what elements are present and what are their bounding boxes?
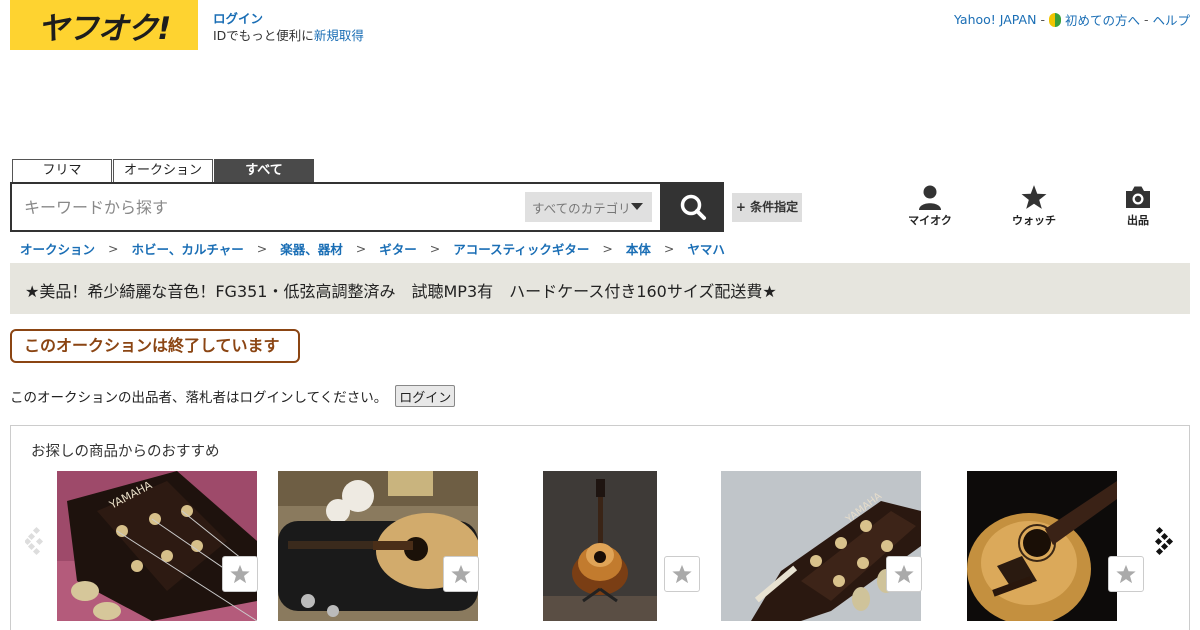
star-icon (672, 564, 692, 584)
item-title-bar: ★美品！希少綺麗な音色！FG351・低弦高調整済み 試聴MP3有 ハードケース付… (10, 263, 1190, 314)
nav-watch[interactable]: ウォッチ (1004, 184, 1064, 228)
help-link[interactable]: ヘルプ (1152, 10, 1190, 29)
watch-button[interactable] (664, 556, 700, 592)
item-image[interactable]: YAMAHA (721, 471, 921, 621)
category-select[interactable]: すべてのカテゴリ (525, 192, 652, 222)
tab-all[interactable]: すべて (214, 159, 314, 183)
star-icon (451, 564, 471, 584)
nav-sell[interactable]: 出品 (1108, 184, 1168, 228)
recommend-item[interactable]: YAMAHA (721, 471, 922, 621)
recommend-panel: お探しの商品からのおすすめ YAMAHA YAMAHA (10, 425, 1190, 630)
recommend-item[interactable] (278, 471, 479, 621)
yahuoku-logo[interactable]: ヤフオク! (10, 0, 198, 50)
breadcrumb-item[interactable]: ヤマハ (687, 239, 725, 258)
beginner-link[interactable]: 初めての方へ (1065, 10, 1140, 29)
breadcrumb-separator: > (663, 241, 675, 256)
yahoo-japan-link[interactable]: Yahoo! JAPAN (954, 12, 1036, 27)
notice-login-button[interactable]: ログイン (395, 385, 456, 407)
recommend-item[interactable] (967, 471, 1157, 621)
nav-label: ウォッチ (1012, 214, 1056, 227)
star-icon (230, 564, 250, 584)
breadcrumb-separator: > (256, 241, 268, 256)
signup-prefix: IDでもっと便利に (213, 28, 314, 43)
star-icon (894, 564, 914, 584)
recommend-item[interactable]: YAMAHA (57, 471, 258, 621)
search-box: すべてのカテゴリ (10, 182, 662, 232)
prev-arrow-icon[interactable] (25, 526, 45, 556)
camera-icon (1126, 186, 1150, 208)
breadcrumb-item[interactable]: アコースティックギター (453, 239, 589, 258)
breadcrumb-separator: > (429, 241, 441, 256)
nav-my-auction[interactable]: マイオク (900, 184, 960, 228)
breadcrumb-item[interactable]: 楽器、器材 (280, 239, 343, 258)
user-icon (919, 185, 941, 210)
watch-button[interactable] (1108, 556, 1144, 592)
login-link[interactable]: ログイン (213, 10, 364, 27)
search-tabs: フリマ オークション すべて (12, 159, 314, 183)
recommend-heading: お探しの商品からのおすすめ (31, 444, 220, 460)
top-links: Yahoo! JAPAN - 初めての方へ - ヘルプ (954, 10, 1190, 29)
breadcrumb-item[interactable]: 本体 (626, 239, 651, 258)
breadcrumb-separator: > (108, 241, 119, 256)
watch-button[interactable] (222, 556, 258, 592)
watch-button[interactable] (443, 556, 479, 592)
dropdown-triangle-icon (631, 203, 643, 210)
top-link-separator: - (1143, 12, 1149, 27)
auction-ended-badge: このオークションは終了しています (10, 329, 300, 363)
star-icon (1116, 564, 1136, 584)
top-link-separator: - (1040, 12, 1045, 27)
item-image[interactable] (967, 471, 1117, 621)
item-image[interactable] (278, 471, 478, 621)
search-button[interactable] (662, 182, 724, 232)
breadcrumb-item[interactable]: ホビー、カルチャー (132, 239, 244, 258)
signup-link[interactable]: 新規取得 (314, 28, 364, 43)
breadcrumb: オークション > ホビー、カルチャー > 楽器、器材 > ギター > アコーステ… (20, 239, 725, 258)
recommend-item[interactable] (543, 471, 713, 621)
login-box: ログイン IDでもっと便利に新規取得 (213, 10, 364, 44)
search-icon (680, 194, 706, 220)
tab-auction[interactable]: オークション (113, 159, 213, 183)
search-input[interactable] (24, 194, 504, 220)
login-notice-text: このオークションの出品者、落札者はログインしてください。 (10, 390, 388, 406)
breadcrumb-item[interactable]: オークション (20, 239, 95, 258)
beginner-mark-icon (1048, 12, 1061, 27)
condition-button[interactable]: + 条件指定 (732, 193, 802, 222)
nav-label: マイオク (908, 214, 952, 227)
item-image[interactable] (543, 471, 657, 621)
nav-label: 出品 (1127, 214, 1149, 227)
logo-text: ヤフオク! (37, 10, 172, 47)
breadcrumb-separator: > (602, 241, 613, 256)
login-notice: このオークションの出品者、落札者はログインしてください。 ログイン (10, 385, 456, 407)
breadcrumb-item[interactable]: ギター (379, 239, 417, 258)
category-select-value: すべてのカテゴリ (532, 200, 631, 216)
tab-furima[interactable]: フリマ (12, 159, 112, 183)
item-title: ★美品！希少綺麗な音色！FG351・低弦高調整済み 試聴MP3有 ハードケース付… (25, 282, 777, 301)
breadcrumb-separator: > (355, 241, 367, 256)
watch-button[interactable] (886, 556, 922, 592)
next-arrow-icon[interactable] (1155, 526, 1175, 556)
star-icon (1021, 185, 1047, 209)
item-image[interactable]: YAMAHA (57, 471, 257, 621)
